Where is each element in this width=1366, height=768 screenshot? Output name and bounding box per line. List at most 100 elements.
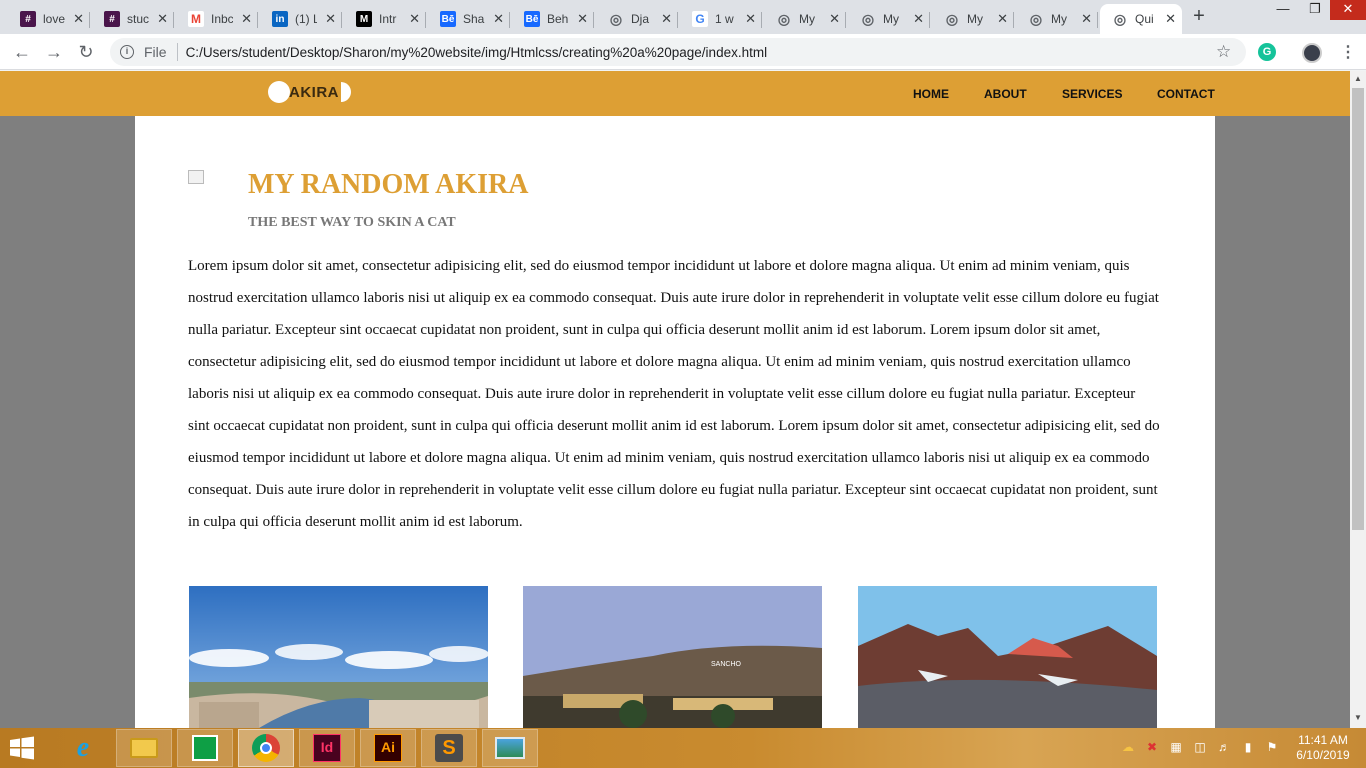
- menu-kebab-icon[interactable]: ⋮: [1340, 42, 1356, 62]
- back-button[interactable]: ←: [10, 40, 34, 64]
- tab-close-icon[interactable]: ✕: [997, 11, 1008, 27]
- tab-close-icon[interactable]: ✕: [1165, 11, 1176, 27]
- tab-close-icon[interactable]: ✕: [577, 11, 588, 27]
- tab-label: Qui: [1135, 12, 1154, 26]
- hotel-sign-text: SANCHO: [711, 661, 742, 668]
- tray-flag-icon[interactable]: ⚑: [1264, 740, 1280, 756]
- tab-label: Dja: [631, 12, 650, 26]
- browser-tab[interactable]: ◎ Dja ✕: [596, 4, 678, 34]
- tab-separator: [593, 12, 594, 28]
- browser-tab[interactable]: ◎ My ✕: [932, 4, 1014, 34]
- page-scrollbar[interactable]: ▲ ▼: [1350, 71, 1366, 728]
- address-bar[interactable]: i File C:/Users/student/Desktop/Sharon/m…: [110, 38, 1246, 66]
- grammarly-extension-icon[interactable]: G: [1258, 43, 1276, 61]
- browser-tab[interactable]: # stuc ✕: [92, 4, 174, 34]
- scroll-up-icon[interactable]: ▲: [1354, 74, 1362, 83]
- restore-button[interactable]: ❐: [1300, 0, 1330, 20]
- slack-icon: #: [104, 11, 120, 27]
- browser-tab[interactable]: ◎ Qui ✕: [1100, 4, 1182, 34]
- tab-label: My: [1051, 12, 1067, 26]
- browser-tab[interactable]: # love ✕: [8, 4, 90, 34]
- browser-tab[interactable]: M Intr ✕: [344, 4, 426, 34]
- slack-icon: #: [20, 11, 36, 27]
- store-icon[interactable]: [177, 729, 233, 767]
- tab-close-icon[interactable]: ✕: [73, 11, 84, 27]
- tray-signal-icon[interactable]: ▮: [1240, 740, 1256, 756]
- tray-weather-icon[interactable]: ☁: [1120, 740, 1136, 756]
- tab-close-icon[interactable]: ✕: [493, 11, 504, 27]
- tab-separator: [677, 12, 678, 28]
- tab-label: 1 w: [715, 12, 734, 26]
- page-subtitle: THE BEST WAY TO SKIN A CAT: [248, 215, 456, 230]
- chrome-icon[interactable]: [238, 729, 294, 767]
- browser-tab[interactable]: ◎ My ✕: [764, 4, 846, 34]
- browser-tab[interactable]: Bē Sha ✕: [428, 4, 510, 34]
- scroll-down-icon[interactable]: ▼: [1354, 713, 1362, 722]
- scroll-thumb[interactable]: [1352, 88, 1364, 530]
- windows-taskbar: e Id Ai S ☁ ✖ ▦ ◫ ♬ ▮ ⚑ 11:41 AM 6/10/20…: [0, 728, 1366, 768]
- info-icon[interactable]: i: [120, 45, 134, 59]
- nav-contact[interactable]: CONTACT: [1157, 87, 1215, 101]
- taskbar-clock[interactable]: 11:41 AM 6/10/2019: [1288, 733, 1358, 763]
- tab-close-icon[interactable]: ✕: [745, 11, 756, 27]
- indesign-label: Id: [313, 734, 341, 762]
- profile-avatar[interactable]: [1302, 43, 1322, 63]
- photo-mountain: [858, 586, 1157, 728]
- clock-time: 11:41 AM: [1298, 733, 1348, 747]
- tray-device-icon[interactable]: ▦: [1168, 740, 1184, 756]
- tab-close-icon[interactable]: ✕: [661, 11, 672, 27]
- page-viewport: AKIRA HOME ABOUT SERVICES CONTACT MY RAN…: [0, 71, 1350, 728]
- nav-services[interactable]: SERVICES: [1062, 87, 1122, 101]
- page-title: MY RANDOM AKIRA: [248, 169, 529, 200]
- tab-separator: [257, 12, 258, 28]
- tab-close-icon[interactable]: ✕: [829, 11, 840, 27]
- forward-button[interactable]: →: [42, 40, 66, 64]
- internet-explorer-icon[interactable]: e: [55, 729, 111, 767]
- tab-label: Beh: [547, 12, 569, 26]
- illustrator-icon[interactable]: Ai: [360, 729, 416, 767]
- browser-tab[interactable]: Bē Beh ✕: [512, 4, 594, 34]
- tab-close-icon[interactable]: ✕: [409, 11, 420, 27]
- tab-close-icon[interactable]: ✕: [157, 11, 168, 27]
- illustrator-label: Ai: [374, 734, 402, 762]
- browser-tab[interactable]: G 1 w ✕: [680, 4, 762, 34]
- bookmark-star-icon[interactable]: ☆: [1216, 42, 1231, 62]
- tab-separator: [89, 12, 90, 28]
- new-tab-button[interactable]: +: [1188, 6, 1210, 28]
- browser-tab[interactable]: in (1) L ✕: [260, 4, 342, 34]
- file-scheme-label: File: [144, 44, 167, 60]
- indesign-icon[interactable]: Id: [299, 729, 355, 767]
- behance-icon: Bē: [440, 11, 456, 27]
- close-window-button[interactable]: ✕: [1330, 0, 1366, 20]
- tab-close-icon[interactable]: ✕: [913, 11, 924, 27]
- globe-icon: ◎: [945, 10, 959, 27]
- browser-tab[interactable]: ◎ My ✕: [1016, 4, 1098, 34]
- url-text[interactable]: C:/Users/student/Desktop/Sharon/my%20web…: [186, 45, 768, 60]
- photos-icon[interactable]: [482, 729, 538, 767]
- sublime-text-icon[interactable]: S: [421, 729, 477, 767]
- reload-button[interactable]: ↻: [74, 40, 98, 64]
- tray-volume-icon[interactable]: ♬: [1216, 740, 1232, 756]
- tab-label: My: [967, 12, 983, 26]
- photo-hotel-hill: SANCHO: [523, 586, 822, 728]
- nav-home[interactable]: HOME: [913, 87, 949, 101]
- nav-about[interactable]: ABOUT: [984, 87, 1027, 101]
- browser-tab[interactable]: M Inbc ✕: [176, 4, 258, 34]
- tab-separator: [1097, 12, 1098, 28]
- tab-close-icon[interactable]: ✕: [241, 11, 252, 27]
- globe-icon: ◎: [609, 10, 623, 27]
- minimize-button[interactable]: —: [1266, 0, 1300, 20]
- globe-icon: ◎: [1113, 10, 1127, 27]
- file-explorer-icon[interactable]: [116, 729, 172, 767]
- behance-icon: Bē: [524, 11, 540, 27]
- tray-security-icon[interactable]: ✖: [1144, 740, 1160, 756]
- tab-close-icon[interactable]: ✕: [1081, 11, 1092, 27]
- google-icon: G: [692, 11, 708, 27]
- windows-start-icon[interactable]: [8, 736, 36, 760]
- tray-network-icon[interactable]: ◫: [1192, 740, 1208, 756]
- browser-tab[interactable]: ◎ My ✕: [848, 4, 930, 34]
- tab-separator: [425, 12, 426, 28]
- clock-date: 6/10/2019: [1296, 748, 1350, 762]
- tab-close-icon[interactable]: ✕: [325, 11, 336, 27]
- tab-separator: [509, 12, 510, 28]
